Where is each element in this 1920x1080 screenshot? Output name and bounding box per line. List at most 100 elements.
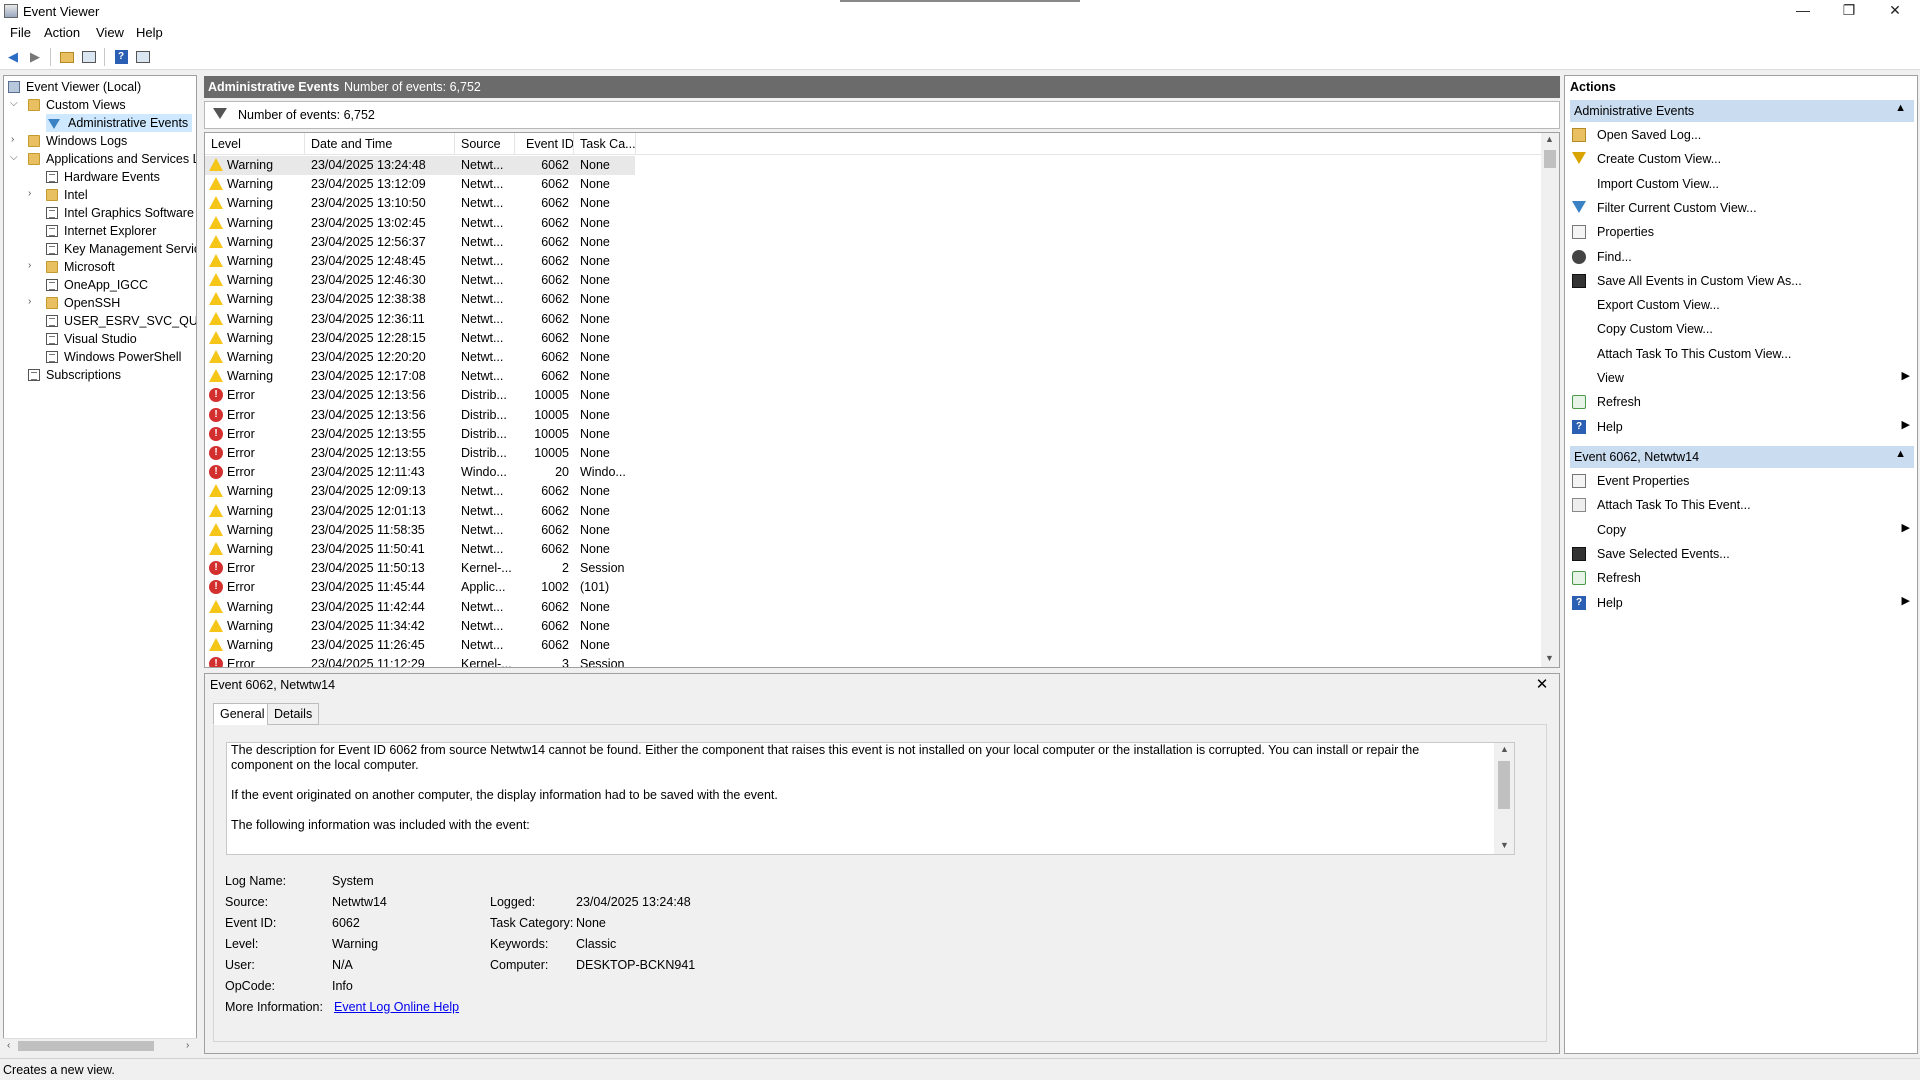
table-row[interactable]: Warning 23/04/2025 13:02:45 Netwt... 6062 No… [205,214,635,233]
table-row[interactable]: Warning 23/04/2025 12:28:15 Netwt... 6062 No… [205,329,635,348]
tree-item[interactable]: Intel Graphics Software [46,204,194,222]
chevron-right-icon[interactable]: › [28,260,31,271]
menu-file[interactable]: File [10,25,31,40]
tree-item-subscriptions[interactable]: Subscriptions [28,366,121,384]
table-row[interactable]: ! Error 23/04/2025 11:12:29 Kernel-... 3 Sess… [205,655,635,667]
table-vertical-scrollbar[interactable] [1541,133,1559,667]
tree-item[interactable]: OneApp_IGCC [46,276,148,294]
table-row[interactable]: Warning 23/04/2025 13:10:50 Netwt... 6062 No… [205,194,635,213]
table-row[interactable]: ! Error 23/04/2025 12:13:56 Distrib... 10005… [205,386,635,405]
column-divider[interactable] [454,133,455,155]
action-item[interactable]: Find... [1570,246,1914,268]
tree-item[interactable]: Key Management Service [46,240,196,258]
action-item[interactable]: Copy Custom View... [1570,318,1914,340]
table-row[interactable]: Warning 23/04/2025 11:50:41 Netwt... 6062 No… [205,540,635,559]
help-icon[interactable]: ? [112,49,130,65]
table-row[interactable]: Warning 23/04/2025 12:38:38 Netwt... 6062 No… [205,290,635,309]
table-row[interactable]: Warning 23/04/2025 13:24:48 Netwt... 6062 No… [205,156,635,175]
action-item[interactable]: Save Selected Events... [1570,543,1914,565]
tree-item-applications-and-services[interactable]: Applications and Services Lo [28,150,196,168]
tree-scroll-thumb[interactable] [18,1041,154,1051]
restore-button[interactable]: ❐ [1826,0,1872,22]
action-item[interactable]: Refresh [1570,567,1914,589]
tree-item[interactable]: Windows PowerShell [46,348,181,366]
table-scroll-thumb[interactable] [1544,150,1556,168]
tree-item[interactable]: Visual Studio [46,330,137,348]
event-log-online-help-link[interactable]: Event Log Online Help [334,1000,459,1014]
close-window-button[interactable]: ✕ [1872,0,1918,22]
tree-item-custom-views[interactable]: Custom Views [28,96,126,114]
scroll-up-icon[interactable]: ▲ [1545,134,1554,144]
scroll-left-icon[interactable]: ‹ [7,1040,10,1051]
tree-item[interactable]: Intel [46,186,88,204]
column-divider[interactable] [304,133,305,155]
up-folder-icon[interactable] [58,49,76,65]
column-divider[interactable] [514,133,515,155]
table-row[interactable]: Warning 23/04/2025 11:26:45 Netwt... 6062 No… [205,636,635,655]
table-row[interactable]: Warning 23/04/2025 11:34:42 Netwt... 6062 No… [205,617,635,636]
show-action-pane-icon[interactable] [134,49,152,65]
table-row[interactable]: ! Error 23/04/2025 12:11:43 Windo... 20 Windo… [205,463,635,482]
table-row[interactable]: Warning 23/04/2025 12:48:45 Netwt... 6062 No… [205,252,635,271]
table-row[interactable]: ! Error 23/04/2025 12:13:56 Distrib... 10005… [205,406,635,425]
column-header-date-time[interactable]: Date and Time [311,137,392,151]
column-header-source[interactable]: Source [461,137,501,151]
table-row[interactable]: Warning 23/04/2025 12:01:13 Netwt... 6062 No… [205,502,635,521]
table-row[interactable]: Warning 23/04/2025 12:36:11 Netwt... 6062 No… [205,310,635,329]
back-arrow-icon[interactable]: ◀ [4,49,22,65]
table-row[interactable]: Warning 23/04/2025 12:20:20 Netwt... 6062 No… [205,348,635,367]
action-item[interactable]: Save All Events in Custom View As... [1570,270,1914,292]
action-item[interactable]: Attach Task To This Custom View... [1570,343,1914,365]
tree-item[interactable]: USER_ESRV_SVC_QUEENC [46,312,196,330]
chevron-right-icon[interactable]: › [11,134,14,145]
chevron-right-icon[interactable]: › [28,188,31,199]
table-row[interactable]: Warning 23/04/2025 12:09:13 Netwt... 6062 No… [205,482,635,501]
table-row[interactable]: ! Error 23/04/2025 12:13:55 Distrib... 10005… [205,425,635,444]
table-row[interactable]: ! Error 23/04/2025 11:45:44 Applic... 1002 (1… [205,578,635,597]
table-row[interactable]: Warning 23/04/2025 12:46:30 Netwt... 6062 No… [205,271,635,290]
chevron-right-icon[interactable]: › [28,296,31,307]
forward-arrow-icon[interactable]: ▶ [26,49,44,65]
scroll-down-icon[interactable]: ▼ [1500,840,1509,850]
close-icon[interactable]: ✕ [1533,675,1551,693]
tree-item-administrative-events[interactable]: Administrative Events [46,114,193,132]
action-item[interactable]: ? Help ▶ [1570,416,1914,438]
minimize-button[interactable]: — [1780,0,1826,22]
collapse-up-icon[interactable]: ▲ [1895,102,1906,114]
scroll-right-icon[interactable]: › [186,1040,189,1051]
action-item[interactable]: Open Saved Log... [1570,124,1914,146]
tab-general[interactable]: General [213,703,272,725]
action-item[interactable]: ? Help ▶ [1570,592,1914,614]
tree-item[interactable]: OpenSSH [46,294,120,312]
column-divider[interactable] [573,133,574,155]
actions-section-event[interactable]: Event 6062, Netwtw14 ▲ [1570,446,1914,468]
table-row[interactable]: Warning 23/04/2025 13:12:09 Netwt... 6062 No… [205,175,635,194]
chevron-down-icon[interactable]: ⌵ [10,98,18,109]
tab-details[interactable]: Details [267,703,320,725]
table-row[interactable]: Warning 23/04/2025 12:17:08 Netwt... 6062 No… [205,367,635,386]
action-item[interactable]: Filter Current Custom View... [1570,197,1914,219]
scroll-up-icon[interactable]: ▲ [1500,744,1509,754]
table-row[interactable]: ! Error 23/04/2025 12:13:55 Distrib... 10005… [205,444,635,463]
action-item[interactable]: Export Custom View... [1570,294,1914,316]
column-divider[interactable] [635,133,636,155]
tree-item-windows-logs[interactable]: Windows Logs [28,132,127,150]
tree-item[interactable]: Hardware Events [46,168,160,186]
collapse-up-icon[interactable]: ▲ [1895,448,1906,460]
action-item[interactable]: Event Properties [1570,470,1914,492]
tree-item-event-viewer-local[interactable]: Event Viewer (Local) [8,78,141,96]
scroll-down-icon[interactable]: ▼ [1545,653,1554,663]
action-item[interactable]: View ▶ [1570,367,1914,389]
table-row[interactable]: Warning 23/04/2025 12:56:37 Netwt... 6062 No… [205,233,635,252]
action-item[interactable]: Attach Task To This Event... [1570,494,1914,516]
action-item[interactable]: Properties [1570,221,1914,243]
show-hide-tree-icon[interactable] [80,49,98,65]
action-item[interactable]: Create Custom View... [1570,148,1914,170]
table-row[interactable]: ! Error 23/04/2025 11:50:13 Kernel-... 2 Sess… [205,559,635,578]
tree-item[interactable]: Microsoft [46,258,115,276]
table-row[interactable]: Warning 23/04/2025 11:58:35 Netwt... 6062 No… [205,521,635,540]
column-header-task-category[interactable]: Task Ca... [580,137,636,151]
column-header-level[interactable]: Level [211,137,241,151]
event-description[interactable]: The description for Event ID 6062 from s… [226,742,1515,855]
action-item[interactable]: Refresh [1570,391,1914,413]
